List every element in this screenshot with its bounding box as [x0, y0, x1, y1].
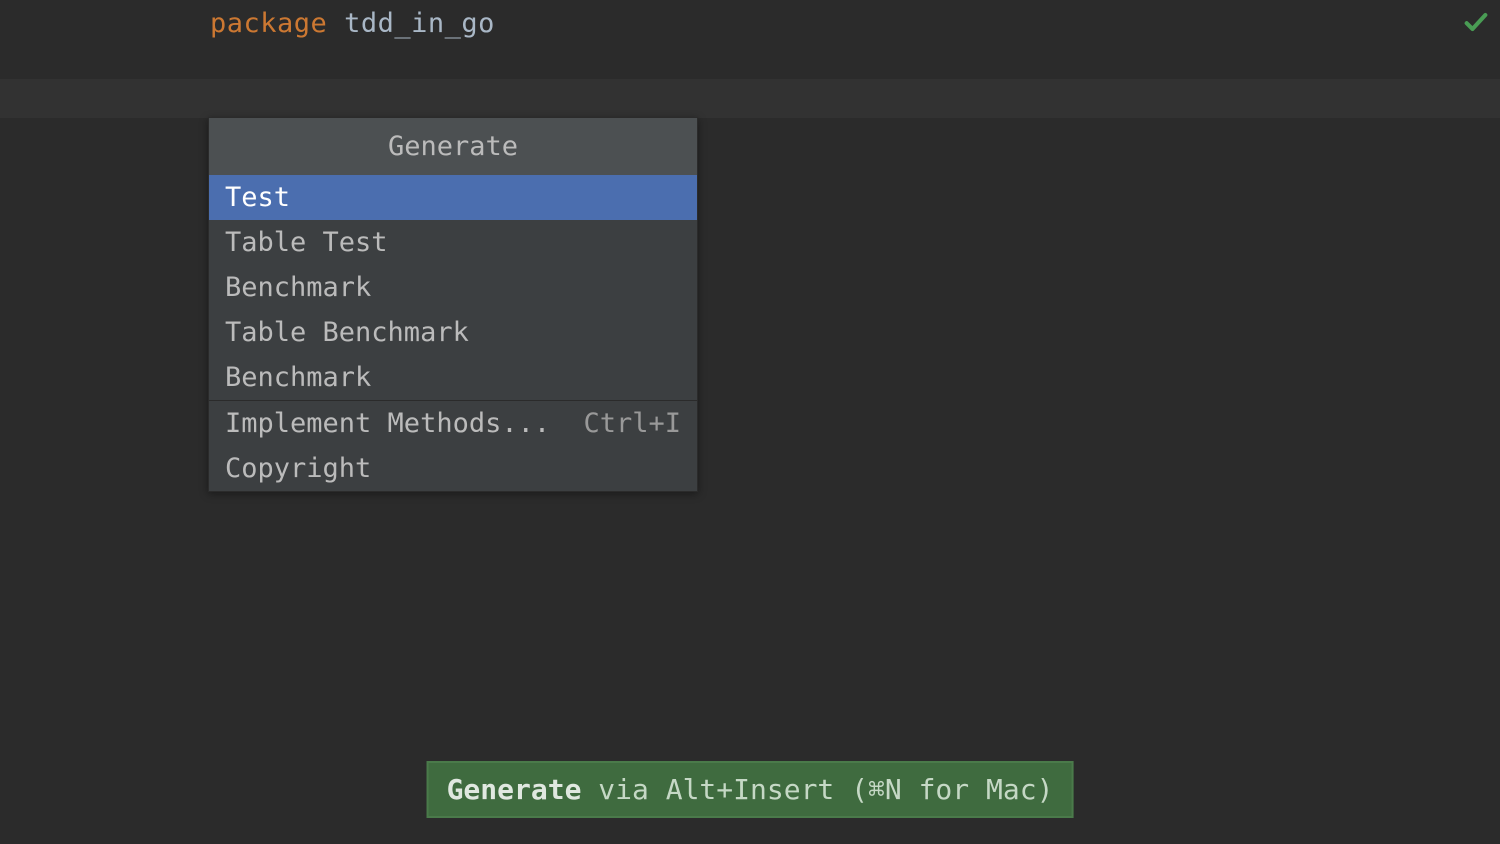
code-line: package tdd_in_go [210, 8, 495, 39]
current-line-highlight [0, 79, 1500, 118]
menu-item-copyright[interactable]: Copyright [209, 446, 697, 491]
menu-item-table-test[interactable]: Table Test [209, 220, 697, 265]
hint-bold: Generate [447, 773, 582, 806]
popup-title: Generate [209, 118, 697, 175]
menu-item-label: Table Test [225, 227, 388, 258]
menu-item-shortcut: Ctrl+I [583, 408, 681, 439]
keyword-package: package [210, 8, 327, 39]
menu-item-test[interactable]: Test [209, 175, 697, 220]
menu-item-label: Benchmark [225, 362, 371, 393]
checkmark-icon[interactable] [1462, 8, 1490, 36]
menu-item-implement-methods[interactable]: Implement Methods... Ctrl+I [209, 401, 697, 446]
menu-item-label: Copyright [225, 453, 371, 484]
identifier-package-name: tdd_in_go [344, 8, 495, 39]
generate-popup: Generate Test Table Test Benchmark Table… [208, 117, 698, 492]
menu-item-label: Table Benchmark [225, 317, 469, 348]
menu-item-table-benchmark[interactable]: Table Benchmark [209, 310, 697, 355]
menu-item-label: Benchmark [225, 272, 371, 303]
menu-item-label: Test [225, 182, 290, 213]
menu-item-benchmark[interactable]: Benchmark [209, 265, 697, 310]
menu-item-label: Implement Methods... [225, 408, 550, 439]
hint-banner: Generate via Alt+Insert (⌘N for Mac) [427, 761, 1074, 818]
hint-rest: via Alt+Insert (⌘N for Mac) [581, 773, 1053, 806]
editor-area[interactable]: package tdd_in_go Generate Test Table Te… [0, 0, 1500, 844]
menu-item-benchmark-2[interactable]: Benchmark [209, 355, 697, 400]
